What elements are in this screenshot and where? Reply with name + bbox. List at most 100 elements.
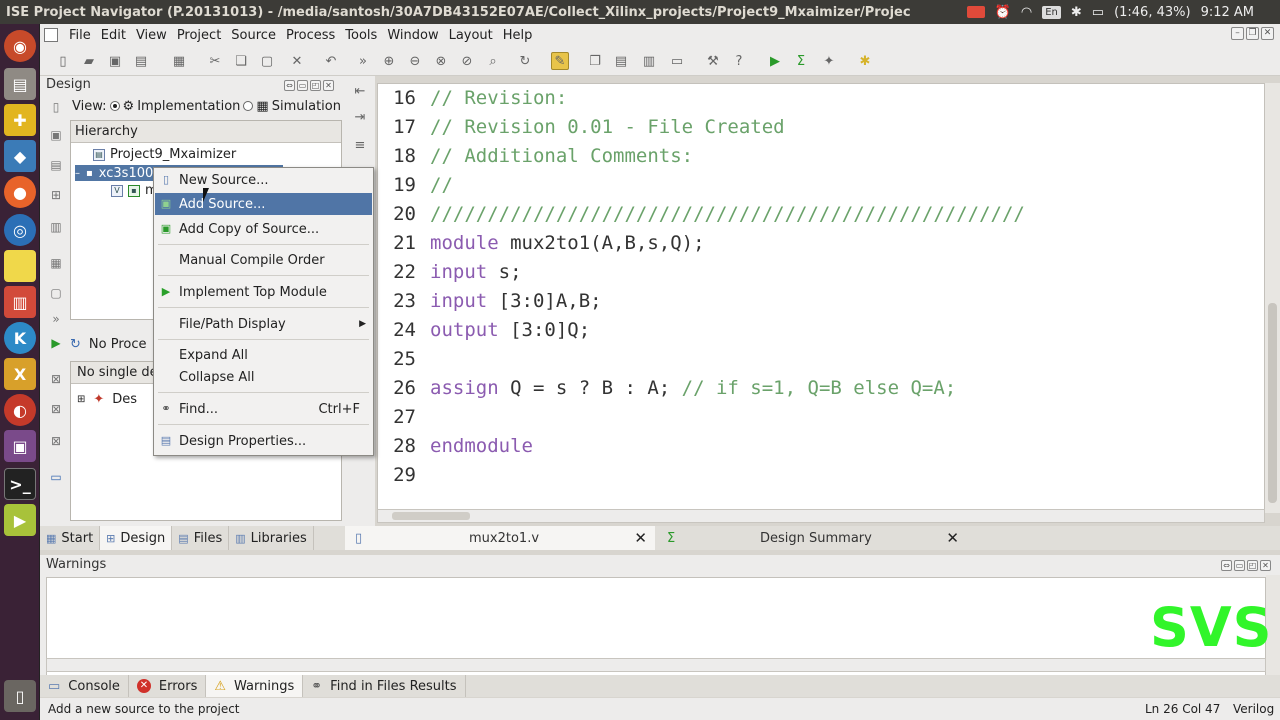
menu-item-add-copy-source[interactable]: ▣ Add Copy of Source... xyxy=(155,218,372,240)
simulation-label[interactable]: Simulation xyxy=(272,99,341,114)
menu-item-design-properties[interactable]: ▤ Design Properties... xyxy=(155,430,372,452)
menu-item-new-source[interactable]: ▯ New Source... xyxy=(155,169,372,191)
menu-layout[interactable]: Layout xyxy=(444,28,498,43)
menu-item-add-source[interactable]: ▣ Add Source... xyxy=(155,193,372,215)
undo-icon[interactable]: ↶ xyxy=(322,52,340,70)
highlight-icon[interactable]: ✎ xyxy=(551,52,569,70)
terminal-icon[interactable]: >_ xyxy=(4,468,36,500)
bluetooth-icon[interactable]: ✱ xyxy=(1071,5,1082,20)
close-icon[interactable]: ✕ xyxy=(1261,27,1274,40)
warn-max-icon[interactable]: ◰ xyxy=(1247,560,1258,571)
menu-help[interactable]: Help xyxy=(498,28,538,43)
chromium-icon[interactable]: ◎ xyxy=(4,214,36,246)
battery-icon[interactable]: ▭ xyxy=(1092,5,1104,20)
implementation-radio[interactable] xyxy=(109,101,120,111)
files-icon[interactable]: ▤ xyxy=(4,68,36,100)
menu-source[interactable]: Source xyxy=(226,28,281,43)
process-side-icon-4[interactable]: ▭ xyxy=(48,470,64,486)
close-tab-icon[interactable]: ✕ xyxy=(634,529,647,547)
tree-project-item[interactable]: ▤ Project9_Mxaimizer xyxy=(93,147,236,162)
editor-vertical-scrollbar[interactable] xyxy=(1265,83,1280,513)
editor-vscroll-thumb[interactable] xyxy=(1268,303,1277,503)
process-side-icon-2[interactable]: ⊠ xyxy=(48,402,64,418)
tab-mux2to1[interactable]: ▯ mux2to1.v ✕ xyxy=(345,526,655,550)
menu-process[interactable]: Process xyxy=(281,28,340,43)
kmplayer-icon[interactable]: K xyxy=(4,322,36,354)
menu-item-find[interactable]: ⚭ Find... Ctrl+F xyxy=(155,398,372,420)
expand-side-icon[interactable]: » xyxy=(48,312,64,328)
code-line[interactable]: 19 // xyxy=(378,171,1264,200)
process-design-item[interactable]: ⊞ ✦ Des xyxy=(77,392,137,407)
indent-icon[interactable]: ⇤ xyxy=(351,82,369,100)
clock[interactable]: 9:12 AM xyxy=(1201,5,1254,20)
code-line[interactable]: 21 module mux2to1(A,B,s,Q); xyxy=(378,229,1264,258)
code-line[interactable]: 29 xyxy=(378,461,1264,490)
tile-v-icon[interactable]: ▥ xyxy=(640,52,658,70)
battery-status[interactable]: (1:46, 43%) xyxy=(1114,5,1191,20)
add-copy-side-icon[interactable]: ▤ xyxy=(48,158,64,174)
tab-design[interactable]: ⊞ Design xyxy=(100,526,173,550)
code-line[interactable]: 22 input s; xyxy=(378,258,1264,287)
recorder-icon[interactable]: ◐ xyxy=(4,394,36,426)
expand-icon[interactable]: ⊞ xyxy=(77,394,85,405)
menu-item-manual-compile-order[interactable]: Manual Compile Order xyxy=(155,249,372,271)
copy-icon[interactable]: ❏ xyxy=(232,52,250,70)
minimize-icon[interactable]: – xyxy=(1231,27,1244,40)
panel-max-icon[interactable]: ◰ xyxy=(310,80,321,91)
document-viewer-icon[interactable]: ▥ xyxy=(4,286,36,318)
network-icon[interactable]: ◆ xyxy=(4,140,36,172)
panel-close-icon[interactable]: ✕ xyxy=(323,80,334,91)
menu-edit[interactable]: Edit xyxy=(96,28,131,43)
find-icon[interactable]: ⌕ xyxy=(484,52,502,70)
editor-horizontal-scrollbar[interactable] xyxy=(377,509,1265,523)
settings-icon[interactable]: ✚ xyxy=(4,104,36,136)
menu-file[interactable]: File xyxy=(64,28,96,43)
tab-design-summary[interactable]: Σ Design Summary ✕ xyxy=(657,526,967,550)
run-icon[interactable]: ▶ xyxy=(766,52,784,70)
warnings-horizontal-scrollbar[interactable] xyxy=(46,658,1266,672)
tab-files[interactable]: ▤ Files xyxy=(172,526,230,550)
new-source-side-icon[interactable]: ▯ xyxy=(48,100,64,116)
ubuntu-dash-icon[interactable]: ◉ xyxy=(4,30,36,62)
zoom-sel-icon[interactable]: ⊘ xyxy=(458,52,476,70)
menu-item-implement-top-module[interactable]: ▶ Implement Top Module xyxy=(155,281,372,303)
record-icon[interactable] xyxy=(966,6,985,18)
tile-h-icon[interactable]: ▤ xyxy=(612,52,630,70)
menu-project[interactable]: Project xyxy=(172,28,226,43)
zoom-out-icon[interactable]: ⊖ xyxy=(406,52,424,70)
code-line[interactable]: 17 // Revision 0.01 - File Created xyxy=(378,113,1264,142)
save-all-icon[interactable]: ▤ xyxy=(132,52,150,70)
paste-icon[interactable]: ▢ xyxy=(258,52,276,70)
outdent-icon[interactable]: ⇥ xyxy=(351,108,369,126)
add-source-side-icon[interactable]: ▣ xyxy=(48,128,64,144)
help-tool-icon[interactable]: ? xyxy=(730,52,748,70)
code-line[interactable]: 25 xyxy=(378,345,1264,374)
code-line[interactable]: 18 // Additional Comments: xyxy=(378,142,1264,171)
cut-icon[interactable]: ✂ xyxy=(206,52,224,70)
xilinx-icon[interactable]: X xyxy=(4,358,36,390)
panel-min-icon[interactable]: ▭ xyxy=(297,80,308,91)
tab-find-in-files[interactable]: ⚭ Find in Files Results xyxy=(303,675,466,697)
alarm-icon[interactable]: ⏰ xyxy=(995,5,1011,20)
wifi-icon[interactable]: ◠ xyxy=(1021,5,1032,20)
code-line[interactable]: 23 input [3:0]A,B; xyxy=(378,287,1264,316)
code-line[interactable]: 28 endmodule xyxy=(378,432,1264,461)
more-icon[interactable]: » xyxy=(354,52,372,70)
float-icon[interactable]: ▭ xyxy=(668,52,686,70)
warn-min-icon[interactable]: ▭ xyxy=(1234,560,1245,571)
menu-view[interactable]: View xyxy=(131,28,172,43)
trash-icon[interactable]: ▯ xyxy=(4,680,36,712)
refresh-icon[interactable]: ↻ xyxy=(516,52,534,70)
run-process-side-icon[interactable]: ▶ xyxy=(48,336,64,352)
tab-libraries[interactable]: ▥ Libraries xyxy=(229,526,314,550)
menu-item-file-path-display[interactable]: File/Path Display ▶ xyxy=(155,313,372,335)
new-file-icon[interactable]: ▯ xyxy=(54,52,72,70)
debug-icon[interactable]: ✦ xyxy=(820,52,838,70)
implementation-label[interactable]: Implementation xyxy=(137,99,240,114)
notes-icon[interactable] xyxy=(4,250,36,282)
lock-side-icon[interactable]: ▦ xyxy=(48,256,64,272)
code-line[interactable]: 16 // Revision: xyxy=(378,84,1264,113)
tab-console[interactable]: ▭ Console xyxy=(40,675,129,697)
delete-icon[interactable]: ✕ xyxy=(288,52,306,70)
process-side-icon-3[interactable]: ⊠ xyxy=(48,434,64,450)
